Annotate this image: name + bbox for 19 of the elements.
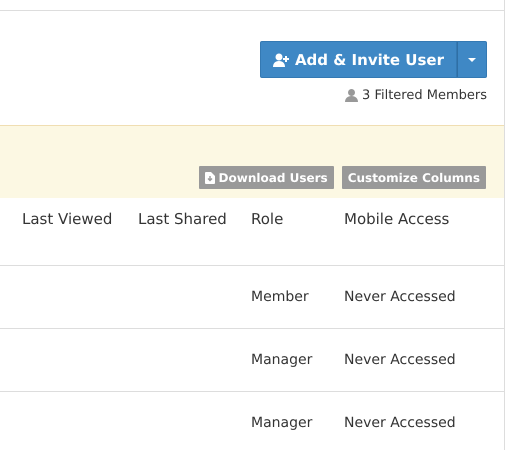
column-header: Mobile Access: [344, 210, 450, 228]
role-cell-text: Manager: [251, 352, 314, 368]
mobile-access-cell-text: Never Accessed: [344, 289, 457, 305]
add-user-icon: [272, 52, 290, 66]
mobile-access-cell-text: Never Accessed: [344, 352, 457, 368]
add-invite-user-button[interactable]: Add & Invite User: [260, 41, 457, 78]
column-header: Last Viewed: [22, 210, 114, 228]
role-cell-text: Member: [251, 289, 310, 305]
caret-icon: [468, 58, 476, 62]
role-cell-text: Manager: [251, 415, 314, 431]
filtered-members-count: 3 Filtered Members: [362, 88, 487, 103]
customize-columns-button[interactable]: Customize Columns: [342, 166, 486, 189]
dropdown-button[interactable]: [457, 41, 487, 78]
mobile-access-cell-text: Never Accessed: [344, 415, 457, 431]
column-header: Last Shared: [138, 210, 228, 228]
column-header: Role: [251, 210, 284, 228]
user-icon: [345, 89, 358, 102]
download-icon: [204, 172, 215, 184]
download-users-button[interactable]: Download Users: [198, 166, 334, 189]
